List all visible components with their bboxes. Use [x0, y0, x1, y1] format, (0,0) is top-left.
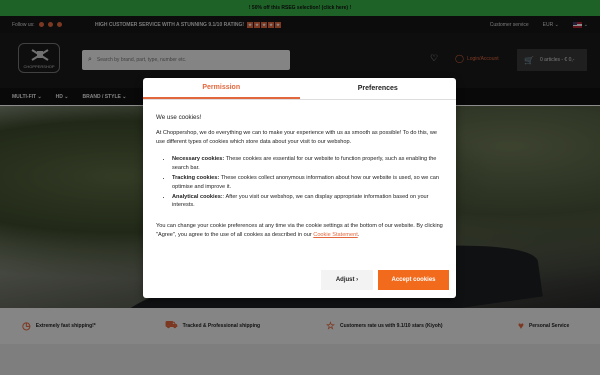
dialog-body: We use cookies! At Choppershop, we do ev… [143, 100, 456, 240]
cookie-statement-link[interactable]: Cookie Statement [313, 232, 357, 238]
cookie-type-term: Analytical cookies: [172, 193, 223, 200]
cookie-type-item: Tracking cookies: These cookies collect … [172, 174, 443, 192]
cookie-type-term: Tracking cookies: [172, 174, 220, 181]
footer-text: You can change your cookie preferences a… [156, 223, 443, 238]
accept-cookies-button[interactable]: Accept cookies [378, 270, 449, 290]
dialog-buttons: Adjust › Accept cookies [143, 270, 456, 290]
adjust-button[interactable]: Adjust › [321, 270, 373, 290]
cookie-consent-dialog: Permission Preferences We use cookies! A… [143, 78, 456, 298]
cookie-type-list: Necessary cookies: These cookies are ess… [156, 155, 443, 210]
cookie-type-item: Necessary cookies: These cookies are ess… [172, 155, 443, 173]
tab-preferences[interactable]: Preferences [300, 78, 457, 99]
dialog-title: We use cookies! [156, 114, 202, 121]
dialog-tabs: Permission Preferences [143, 78, 456, 100]
tab-permission[interactable]: Permission [143, 78, 300, 99]
dialog-footer-text: You can change your cookie preferences a… [156, 222, 443, 240]
cookie-type-item: Analytical cookies:: After you visit our… [172, 193, 443, 211]
cookie-type-term: Necessary cookies: [172, 156, 225, 163]
footer-end: . [357, 231, 360, 238]
dialog-intro: At Choppershop, we do everything we can … [156, 129, 437, 145]
